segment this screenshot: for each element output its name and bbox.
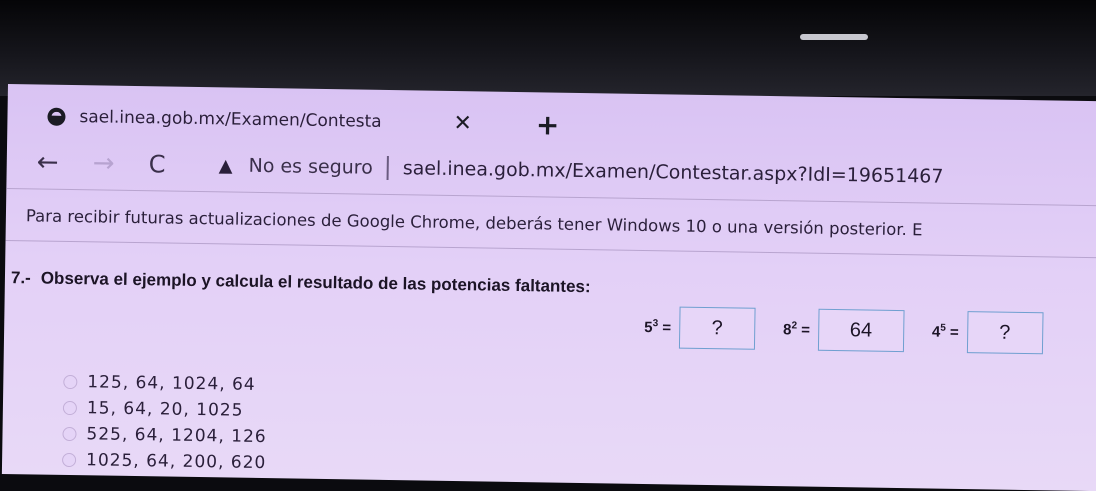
question-text: Observa el ejemplo y calcula el resultad… xyxy=(40,268,591,297)
power-expression-1: 53 = xyxy=(644,318,672,337)
new-tab-button[interactable]: + xyxy=(536,108,560,141)
question-number: 7.- xyxy=(10,268,31,288)
monitor-bezel xyxy=(0,0,1096,96)
option-2[interactable]: 15, 64, 20, 1025 xyxy=(62,395,268,424)
address-separator xyxy=(386,155,389,180)
address-bar-row: ← → C ▲ No es seguro sael.inea.gob.mx/Ex… xyxy=(36,144,944,194)
option-label: 15, 64, 20, 1025 xyxy=(86,398,244,421)
answer-box-2: 64 xyxy=(817,308,905,353)
radio-button[interactable] xyxy=(62,400,78,416)
browser-window: sael.inea.gob.mx/Examen/Contesta ✕ + ← →… xyxy=(1,84,1096,491)
powers-row: 53 = ? 82 = 64 45 = ? xyxy=(644,306,1071,355)
answer-options: 125, 64, 1024, 64 15, 64, 20, 1025 525, … xyxy=(61,369,268,476)
option-label: 125, 64, 1024, 64 xyxy=(87,372,256,395)
answer-box-3: ? xyxy=(966,311,1044,355)
forward-arrow-icon[interactable]: → xyxy=(93,148,149,179)
address-url[interactable]: sael.inea.gob.mx/Examen/Contestar.aspx?I… xyxy=(403,157,944,187)
browser-tab[interactable]: sael.inea.gob.mx/Examen/Contesta ✕ + xyxy=(47,103,560,141)
reload-icon[interactable]: C xyxy=(149,150,219,179)
warning-icon[interactable]: ▲ xyxy=(219,155,233,176)
radio-button[interactable] xyxy=(61,452,77,468)
option-1[interactable]: 125, 64, 1024, 64 xyxy=(63,369,268,398)
power-expression-3: 45 = xyxy=(931,322,959,341)
globe-icon xyxy=(47,107,66,126)
tab-title: sael.inea.gob.mx/Examen/Contesta xyxy=(79,107,382,132)
screen-glare xyxy=(800,34,868,40)
security-warning-label[interactable]: No es seguro xyxy=(248,155,373,179)
option-label: 525, 64, 1204, 126 xyxy=(86,424,267,448)
update-info-bar: Para recibir futuras actualizaciones de … xyxy=(25,206,923,240)
radio-button[interactable] xyxy=(63,374,78,390)
info-divider xyxy=(5,239,1096,259)
back-arrow-icon[interactable]: ← xyxy=(37,147,93,178)
radio-button[interactable] xyxy=(62,426,77,442)
option-3[interactable]: 525, 64, 1204, 126 xyxy=(62,421,267,450)
power-expression-2: 82 = xyxy=(782,320,811,339)
question-heading: 7.- Observa el ejemplo y calcula el resul… xyxy=(11,268,591,297)
answer-box-1: ? xyxy=(678,306,756,350)
close-tab-icon[interactable]: ✕ xyxy=(453,111,472,136)
